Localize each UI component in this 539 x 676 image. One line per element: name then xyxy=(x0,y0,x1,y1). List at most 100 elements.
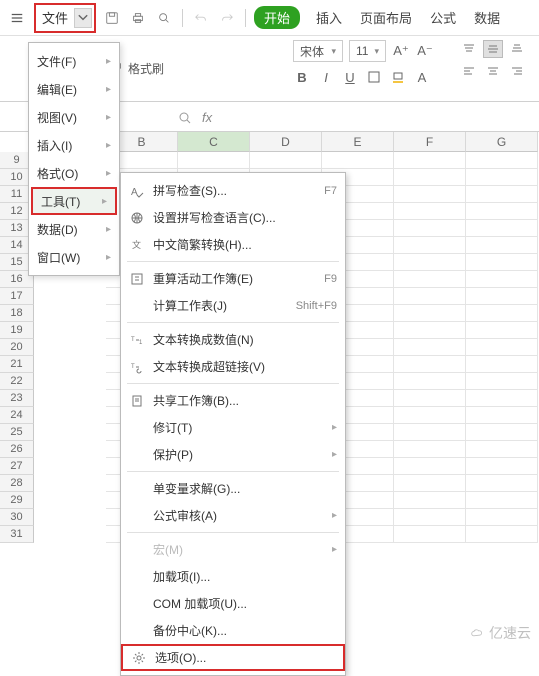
align-left-icon[interactable] xyxy=(459,62,479,80)
row-header[interactable]: 28 xyxy=(0,475,34,492)
tab-formula[interactable]: 公式 xyxy=(430,8,456,27)
cell[interactable] xyxy=(466,237,538,254)
tools-menu-item[interactable]: 计算工作表(J)Shift+F9 xyxy=(121,292,345,319)
cell[interactable] xyxy=(466,390,538,407)
cell[interactable] xyxy=(394,203,466,220)
cell[interactable] xyxy=(394,356,466,373)
tab-insert[interactable]: 插入 xyxy=(316,8,342,27)
tools-menu-item[interactable]: T文本转换成超链接(V) xyxy=(121,353,345,380)
tab-data[interactable]: 数据 xyxy=(474,8,500,27)
column-header[interactable]: G xyxy=(466,132,538,152)
tools-menu-item[interactable]: T1文本转换成数值(N) xyxy=(121,326,345,353)
cell[interactable] xyxy=(466,475,538,492)
tools-menu-item[interactable]: 设置拼写检查语言(C)... xyxy=(121,204,345,231)
cell[interactable] xyxy=(394,288,466,305)
cell[interactable] xyxy=(466,509,538,526)
search-icon[interactable] xyxy=(176,109,194,127)
cell[interactable] xyxy=(394,339,466,356)
file-menu-item[interactable]: 工具(T)▸ xyxy=(31,187,117,215)
print-icon[interactable] xyxy=(128,8,148,28)
row-header[interactable]: 31 xyxy=(0,526,34,543)
cell[interactable] xyxy=(466,407,538,424)
file-menu-item[interactable]: 文件(F)▸ xyxy=(29,47,119,75)
row-header[interactable]: 29 xyxy=(0,492,34,509)
cell[interactable] xyxy=(466,322,538,339)
file-menu-item[interactable]: 编辑(E)▸ xyxy=(29,75,119,103)
cell[interactable] xyxy=(394,186,466,203)
row-header[interactable]: 30 xyxy=(0,509,34,526)
fill-color-icon[interactable] xyxy=(389,68,407,86)
row-header[interactable]: 23 xyxy=(0,390,34,407)
preview-icon[interactable] xyxy=(154,8,174,28)
font-name-select[interactable]: 宋体▾ xyxy=(293,40,343,62)
align-center-icon[interactable] xyxy=(483,62,503,80)
tools-menu-item[interactable]: 保护(P)▸ xyxy=(121,441,345,468)
tools-menu-item[interactable]: 单变量求解(G)... xyxy=(121,475,345,502)
tools-menu-item[interactable]: A拼写检查(S)...F7 xyxy=(121,177,345,204)
align-top-icon[interactable] xyxy=(459,40,479,58)
cell[interactable] xyxy=(466,186,538,203)
cell[interactable] xyxy=(466,288,538,305)
redo-icon[interactable] xyxy=(217,8,237,28)
decrease-font-icon[interactable]: A⁻ xyxy=(416,42,434,60)
cell[interactable] xyxy=(394,237,466,254)
row-header[interactable]: 20 xyxy=(0,339,34,356)
undo-icon[interactable] xyxy=(191,8,211,28)
column-header[interactable]: D xyxy=(250,132,322,152)
tools-menu-item[interactable]: 修订(T)▸ xyxy=(121,414,345,441)
tools-menu-item[interactable]: 公式审核(A)▸ xyxy=(121,502,345,529)
cell[interactable] xyxy=(466,441,538,458)
column-header[interactable]: F xyxy=(394,132,466,152)
cell[interactable] xyxy=(394,220,466,237)
row-header[interactable]: 19 xyxy=(0,322,34,339)
cell[interactable] xyxy=(466,424,538,441)
tools-menu-item[interactable]: 选项(O)... xyxy=(121,644,345,671)
align-bottom-icon[interactable] xyxy=(507,40,527,58)
row-header[interactable]: 26 xyxy=(0,441,34,458)
cell[interactable] xyxy=(466,169,538,186)
cell[interactable] xyxy=(394,152,466,169)
cell[interactable] xyxy=(394,390,466,407)
cell[interactable] xyxy=(394,441,466,458)
cell[interactable] xyxy=(466,305,538,322)
cell[interactable] xyxy=(466,220,538,237)
row-header[interactable]: 17 xyxy=(0,288,34,305)
cell[interactable] xyxy=(394,373,466,390)
fx-label[interactable]: fx xyxy=(202,110,212,125)
align-middle-icon[interactable] xyxy=(483,40,503,58)
cell[interactable] xyxy=(466,339,538,356)
tools-menu-item[interactable]: 文中文简繁转换(H)... xyxy=(121,231,345,258)
cell[interactable] xyxy=(466,254,538,271)
align-right-icon[interactable] xyxy=(507,62,527,80)
file-menu-item[interactable]: 插入(I)▸ xyxy=(29,131,119,159)
cell[interactable] xyxy=(394,169,466,186)
italic-icon[interactable]: I xyxy=(317,68,335,86)
column-header[interactable]: C xyxy=(178,132,250,152)
font-color-icon[interactable]: A xyxy=(413,68,431,86)
cell[interactable] xyxy=(178,152,250,169)
cell[interactable] xyxy=(250,152,322,169)
cell[interactable] xyxy=(322,152,394,169)
file-menu-item[interactable]: 数据(D)▸ xyxy=(29,215,119,243)
cell[interactable] xyxy=(394,271,466,288)
cell[interactable] xyxy=(394,509,466,526)
tools-menu-item[interactable]: 加载项(I)... xyxy=(121,563,345,590)
cell[interactable] xyxy=(466,492,538,509)
font-size-select[interactable]: 11▾ xyxy=(349,40,386,62)
tools-menu-item[interactable]: 重算活动工作簿(E)F9 xyxy=(121,265,345,292)
cell[interactable] xyxy=(394,475,466,492)
tools-menu-item[interactable]: 备份中心(K)... xyxy=(121,617,345,644)
save-icon[interactable] xyxy=(102,8,122,28)
cell[interactable] xyxy=(466,373,538,390)
cell[interactable] xyxy=(394,424,466,441)
border-icon[interactable] xyxy=(365,68,383,86)
cell[interactable] xyxy=(394,254,466,271)
increase-font-icon[interactable]: A⁺ xyxy=(392,42,410,60)
cell[interactable] xyxy=(466,526,538,543)
cell[interactable] xyxy=(394,322,466,339)
column-header[interactable]: E xyxy=(322,132,394,152)
row-header[interactable]: 22 xyxy=(0,373,34,390)
file-dropdown-icon[interactable] xyxy=(74,8,92,28)
cell[interactable] xyxy=(394,492,466,509)
cell[interactable] xyxy=(466,203,538,220)
